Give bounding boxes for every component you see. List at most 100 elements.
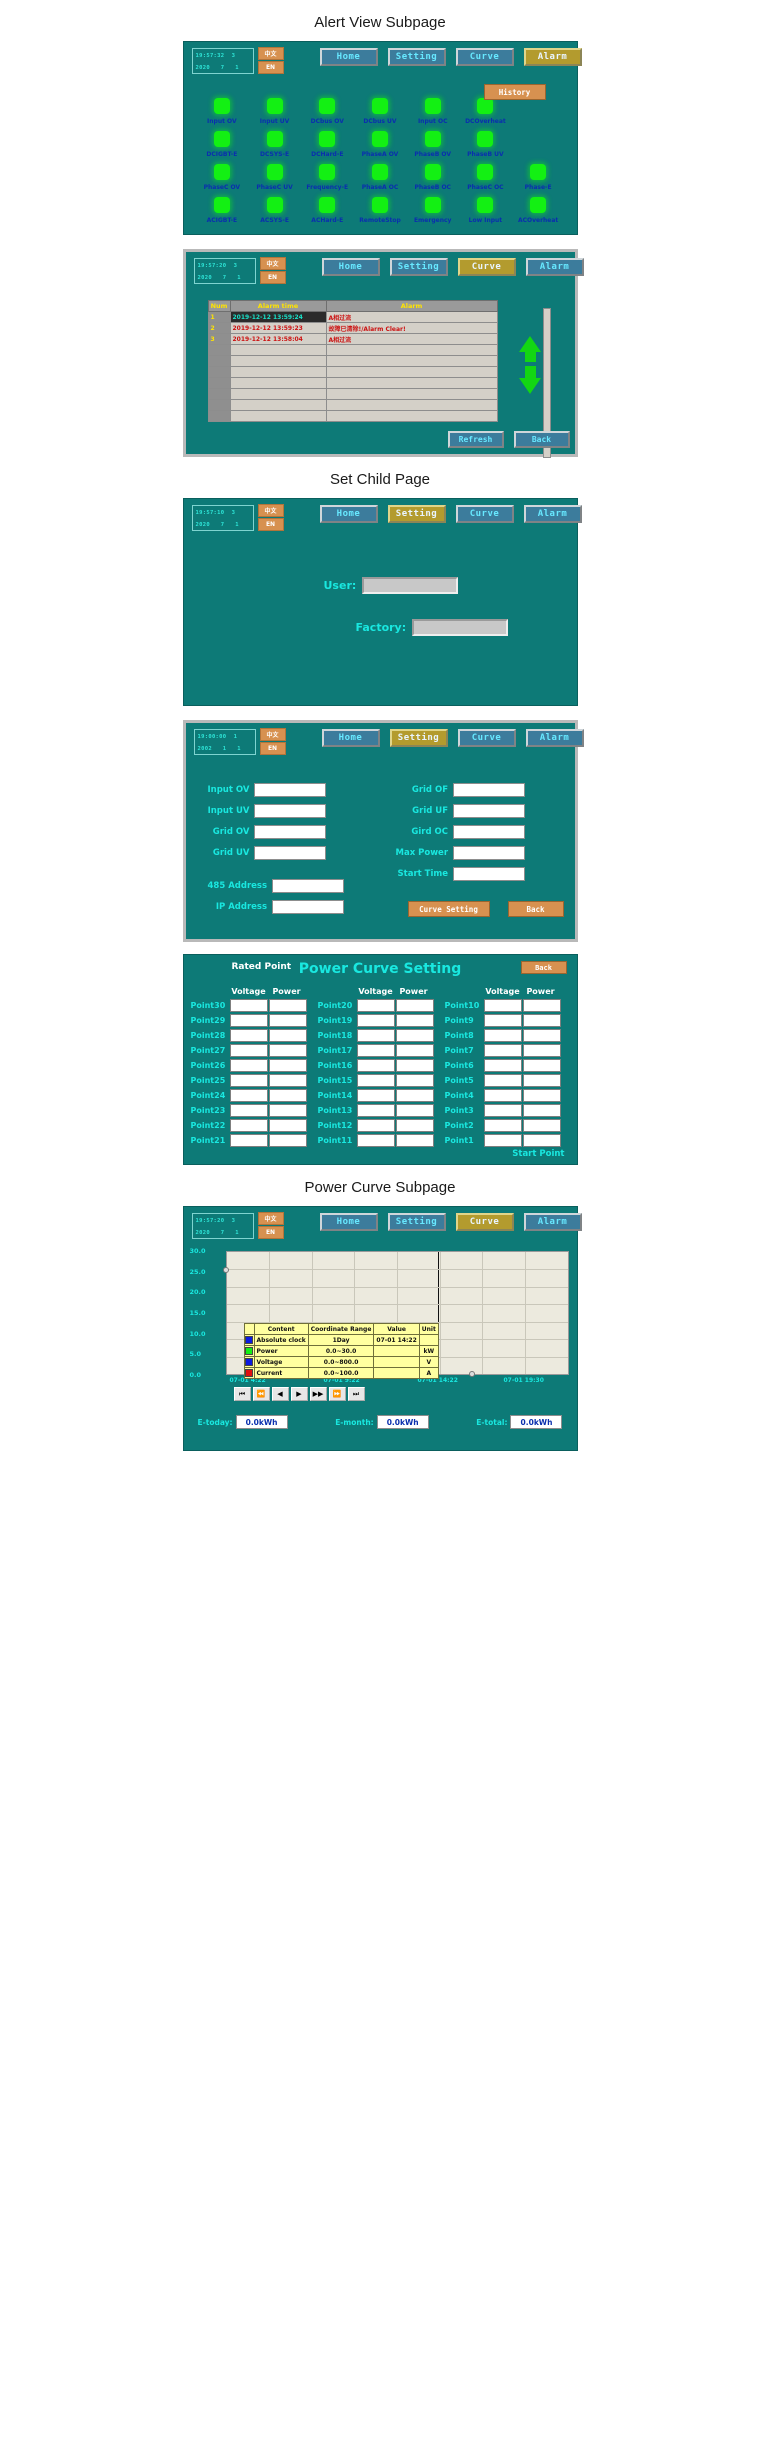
pcs-voltage-input[interactable] — [356, 1089, 395, 1102]
table-row[interactable] — [207, 366, 498, 378]
nav-alarm-button[interactable]: Alarm — [525, 258, 584, 276]
pcs-power-input[interactable] — [522, 1029, 561, 1042]
param-input[interactable] — [254, 846, 327, 860]
pcs-power-input[interactable] — [395, 999, 434, 1012]
lang-chinese-button[interactable]: 中文 — [257, 504, 284, 517]
factory-input[interactable] — [412, 619, 509, 636]
pcs-voltage-input[interactable] — [229, 1074, 268, 1087]
pcs-power-input[interactable] — [522, 999, 561, 1012]
pcs-power-input[interactable] — [268, 1134, 307, 1147]
pcs-voltage-input[interactable] — [229, 1104, 268, 1117]
pcs-voltage-input[interactable] — [356, 1044, 395, 1057]
lang-english-button[interactable]: EN — [259, 742, 286, 755]
lang-english-button[interactable]: EN — [257, 61, 284, 74]
table-row[interactable] — [207, 377, 498, 389]
table-row[interactable] — [207, 399, 498, 411]
user-input[interactable] — [362, 577, 459, 594]
scroll-up-arrow-stem[interactable] — [524, 350, 536, 362]
pcs-voltage-input[interactable] — [229, 1029, 268, 1042]
param-input[interactable] — [272, 879, 345, 893]
pcs-voltage-input[interactable] — [483, 1044, 522, 1057]
pcs-power-input[interactable] — [395, 1059, 434, 1072]
table-row[interactable] — [207, 410, 498, 422]
playback-button-1[interactable]: ⏮ — [233, 1387, 251, 1401]
history-button[interactable]: History — [483, 84, 546, 100]
nav-alarm-button[interactable]: Alarm — [523, 1213, 582, 1231]
pcs-power-input[interactable] — [268, 1014, 307, 1027]
nav-curve-button[interactable]: Curve — [457, 729, 516, 747]
pcs-power-input[interactable] — [395, 1104, 434, 1117]
playback-button-3[interactable]: ◀ — [271, 1387, 289, 1401]
table-row[interactable]: 1 2019-12-12 13:59:24 A相过流 — [207, 311, 498, 323]
pcs-voltage-input[interactable] — [483, 1059, 522, 1072]
pcs-power-input[interactable] — [395, 1074, 434, 1087]
pcs-power-input[interactable] — [268, 1059, 307, 1072]
pcs-power-input[interactable] — [268, 1044, 307, 1057]
playback-button-6[interactable]: ⏩ — [328, 1387, 346, 1401]
nav-home-button[interactable]: Home — [321, 258, 380, 276]
pcs-power-input[interactable] — [522, 1074, 561, 1087]
scroll-down-arrow-icon[interactable] — [518, 378, 541, 394]
param-input[interactable] — [453, 846, 526, 860]
param-input[interactable] — [272, 900, 345, 914]
pcs-voltage-input[interactable] — [483, 1029, 522, 1042]
pcs-power-input[interactable] — [522, 1134, 561, 1147]
pcs-voltage-input[interactable] — [483, 1104, 522, 1117]
nav-curve-button[interactable]: Curve — [455, 48, 514, 66]
lang-english-button[interactable]: EN — [259, 271, 286, 284]
pcs-voltage-input[interactable] — [356, 1134, 395, 1147]
pcs-voltage-input[interactable] — [483, 999, 522, 1012]
pcs-voltage-input[interactable] — [229, 1134, 268, 1147]
pcs-voltage-input[interactable] — [356, 1104, 395, 1117]
lang-chinese-button[interactable]: 中文 — [259, 257, 286, 270]
nav-setting-button[interactable]: Setting — [387, 48, 446, 66]
param-input[interactable] — [453, 825, 526, 839]
pcs-voltage-input[interactable] — [483, 1014, 522, 1027]
nav-setting-button[interactable]: Setting — [389, 258, 448, 276]
pcs-voltage-input[interactable] — [483, 1089, 522, 1102]
nav-setting-button[interactable]: Setting — [389, 729, 448, 747]
pcs-back-button[interactable]: Back — [520, 961, 567, 974]
nav-home-button[interactable]: Home — [321, 729, 380, 747]
param-input[interactable] — [453, 783, 526, 797]
pcs-voltage-input[interactable] — [229, 1089, 268, 1102]
nav-alarm-button[interactable]: Alarm — [523, 48, 582, 66]
table-row[interactable] — [207, 355, 498, 367]
nav-curve-button[interactable]: Curve — [455, 1213, 514, 1231]
pcs-voltage-input[interactable] — [356, 1074, 395, 1087]
playback-button-5[interactable]: ▶▶ — [309, 1387, 327, 1401]
pcs-power-input[interactable] — [395, 1029, 434, 1042]
table-row[interactable]: 3 2019-12-12 13:58:04 A相过流 — [207, 333, 498, 345]
nav-home-button[interactable]: Home — [319, 505, 378, 523]
scroll-down-arrow-stem[interactable] — [524, 366, 536, 378]
pcs-power-input[interactable] — [522, 1014, 561, 1027]
playback-button-4[interactable]: ▶ — [290, 1387, 308, 1401]
param-input[interactable] — [254, 783, 327, 797]
curve-setting-button[interactable]: Curve Setting — [407, 901, 490, 917]
pcs-voltage-input[interactable] — [483, 1134, 522, 1147]
nav-setting-button[interactable]: Setting — [387, 505, 446, 523]
y-scroll-knob[interactable] — [222, 1267, 229, 1273]
refresh-button[interactable]: Refresh — [447, 431, 504, 448]
pcs-power-input[interactable] — [268, 999, 307, 1012]
pcs-voltage-input[interactable] — [229, 1044, 268, 1057]
back-button[interactable]: Back — [513, 431, 570, 448]
pcs-power-input[interactable] — [522, 1119, 561, 1132]
pcs-power-input[interactable] — [268, 1089, 307, 1102]
pcs-voltage-input[interactable] — [229, 1059, 268, 1072]
table-row[interactable] — [207, 344, 498, 356]
pcs-voltage-input[interactable] — [356, 1119, 395, 1132]
pcs-power-input[interactable] — [268, 1104, 307, 1117]
pcs-power-input[interactable] — [522, 1104, 561, 1117]
param-input[interactable] — [453, 867, 526, 881]
param-input[interactable] — [254, 825, 327, 839]
nav-home-button[interactable]: Home — [319, 48, 378, 66]
nav-setting-button[interactable]: Setting — [387, 1213, 446, 1231]
pcs-power-input[interactable] — [522, 1044, 561, 1057]
pcs-power-input[interactable] — [522, 1089, 561, 1102]
pcs-power-input[interactable] — [395, 1014, 434, 1027]
pcs-voltage-input[interactable] — [229, 999, 268, 1012]
playback-button-7[interactable]: ⏭ — [347, 1387, 365, 1401]
nav-curve-button[interactable]: Curve — [457, 258, 516, 276]
pcs-power-input[interactable] — [395, 1119, 434, 1132]
